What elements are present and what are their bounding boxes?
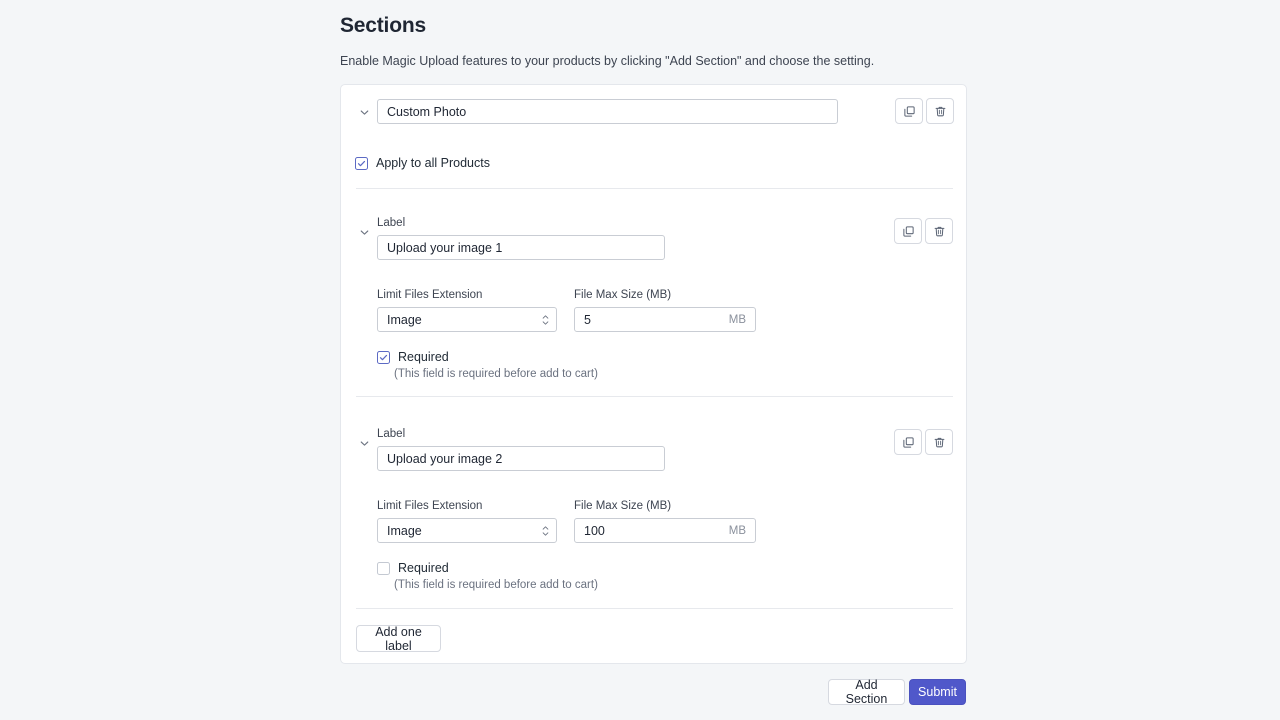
- label-1-extension-select[interactable]: Image: [377, 307, 557, 332]
- label-2-heading: Label: [377, 428, 405, 440]
- stepper-arrows-icon: [542, 315, 549, 325]
- duplicate-icon: [903, 105, 916, 118]
- label-1-maxsize-input[interactable]: [584, 313, 714, 327]
- label-1-value-input[interactable]: [377, 235, 665, 260]
- divider-after-apply-all: [356, 188, 953, 189]
- add-section-button[interactable]: Add Section: [828, 679, 905, 705]
- label-1-collapse-chevron-down-icon[interactable]: [355, 223, 373, 241]
- section-card: Apply to all Products Label: [340, 84, 967, 664]
- label-2-delete-button[interactable]: [925, 429, 953, 455]
- submit-button[interactable]: Submit: [909, 679, 966, 705]
- label-1-extension-value: Image: [387, 313, 422, 327]
- label-2-extension-select[interactable]: Image: [377, 518, 557, 543]
- label-1-delete-button[interactable]: [925, 218, 953, 244]
- label-1-extension-label: Limit Files Extension: [377, 289, 482, 301]
- label-1-duplicate-button[interactable]: [894, 218, 922, 244]
- apply-to-all-products-label: Apply to all Products: [376, 156, 490, 170]
- label-2-maxsize-field[interactable]: MB: [574, 518, 756, 543]
- label-1-maxsize-label: File Max Size (MB): [574, 289, 671, 301]
- label-2-required-label: Required: [398, 561, 449, 575]
- label-1-required-hint: (This field is required before add to ca…: [394, 368, 598, 380]
- duplicate-icon: [902, 436, 915, 449]
- label-1-maxsize-suffix: MB: [729, 314, 746, 326]
- check-icon: [357, 159, 366, 168]
- section-collapse-chevron-down-icon[interactable]: [355, 103, 373, 121]
- trash-icon: [933, 225, 946, 238]
- apply-to-all-products-row[interactable]: Apply to all Products: [355, 156, 490, 170]
- label-1-required-checkbox[interactable]: [377, 351, 390, 364]
- label-2-required-checkbox[interactable]: [377, 562, 390, 575]
- trash-icon: [933, 436, 946, 449]
- page-subtitle: Enable Magic Upload features to your pro…: [340, 54, 874, 68]
- stepper-arrows-icon: [542, 526, 549, 536]
- label-1-maxsize-field[interactable]: MB: [574, 307, 756, 332]
- label-2-extension-label: Limit Files Extension: [377, 500, 482, 512]
- label-2-duplicate-button[interactable]: [894, 429, 922, 455]
- label-2-required-row[interactable]: Required: [377, 561, 449, 575]
- duplicate-icon: [902, 225, 915, 238]
- label-1-required-label: Required: [398, 350, 449, 364]
- sections-page: Sections Enable Magic Upload features to…: [0, 0, 1280, 720]
- section-header: [341, 85, 966, 141]
- section-delete-button[interactable]: [926, 98, 954, 124]
- add-one-label-button[interactable]: Add one label: [356, 625, 441, 652]
- trash-icon: [934, 105, 947, 118]
- label-2-collapse-chevron-down-icon[interactable]: [355, 434, 373, 452]
- label-1-heading: Label: [377, 217, 405, 229]
- section-duplicate-button[interactable]: [895, 98, 923, 124]
- label-2-maxsize-input[interactable]: [584, 524, 714, 538]
- apply-to-all-products-checkbox[interactable]: [355, 157, 368, 170]
- label-2-maxsize-suffix: MB: [729, 525, 746, 537]
- label-2-value-input[interactable]: [377, 446, 665, 471]
- label-2-maxsize-label: File Max Size (MB): [574, 500, 671, 512]
- label-1-required-row[interactable]: Required: [377, 350, 449, 364]
- label-2-extension-value: Image: [387, 524, 422, 538]
- section-name-input[interactable]: [377, 99, 838, 124]
- divider-between-labels: [356, 396, 953, 397]
- label-2-required-hint: (This field is required before add to ca…: [394, 579, 598, 591]
- check-icon: [379, 353, 388, 362]
- page-title: Sections: [340, 14, 426, 38]
- divider-before-add-label: [356, 608, 953, 609]
